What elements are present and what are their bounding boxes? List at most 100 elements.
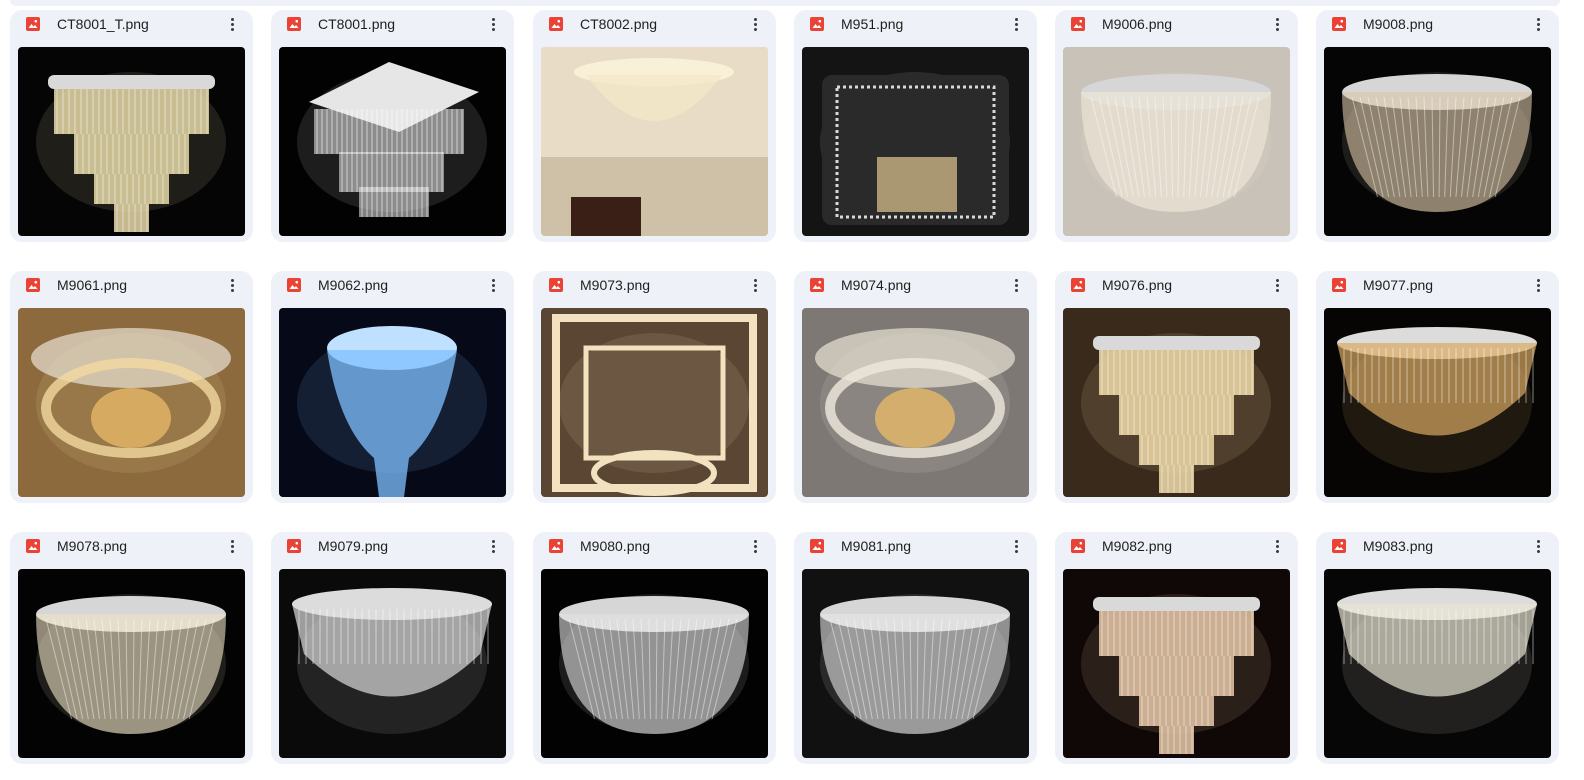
file-name: M9081.png: [841, 538, 912, 554]
more-actions-icon[interactable]: [219, 272, 245, 298]
file-thumbnail[interactable]: [1063, 308, 1290, 497]
file-card[interactable]: M9074.png: [794, 271, 1037, 503]
more-actions-icon[interactable]: [480, 272, 506, 298]
file-thumbnail[interactable]: [18, 569, 245, 758]
file-thumbnail[interactable]: [279, 47, 506, 236]
more-actions-icon[interactable]: [219, 533, 245, 559]
image-file-icon: [1332, 539, 1346, 553]
chandelier-image: [1342, 72, 1532, 212]
file-thumbnail[interactable]: [541, 47, 768, 236]
file-card[interactable]: CT8001.png: [271, 10, 514, 242]
top-scroll-edge: [10, 0, 1560, 6]
file-card[interactable]: M9083.png: [1316, 532, 1559, 764]
more-actions-icon[interactable]: [1525, 11, 1551, 37]
image-file-icon: [287, 539, 301, 553]
file-thumbnail[interactable]: [541, 308, 768, 497]
chandelier-image: [1337, 327, 1537, 473]
chandelier-image: [559, 594, 749, 734]
file-name: M9061.png: [57, 277, 128, 293]
more-actions-icon[interactable]: [742, 533, 768, 559]
file-card[interactable]: M9082.png: [1055, 532, 1298, 764]
file-thumbnail[interactable]: [541, 569, 768, 758]
more-actions-icon[interactable]: [1525, 533, 1551, 559]
file-thumbnail[interactable]: [1063, 569, 1290, 758]
file-card[interactable]: M9076.png: [1055, 271, 1298, 503]
file-thumbnail[interactable]: [18, 308, 245, 497]
more-actions-icon[interactable]: [1264, 11, 1290, 37]
file-thumbnail[interactable]: [802, 569, 1029, 758]
more-actions-icon[interactable]: [1003, 272, 1029, 298]
file-name: M9073.png: [580, 277, 651, 293]
file-thumbnail[interactable]: [279, 308, 506, 497]
file-card-header: M9079.png: [271, 532, 514, 560]
file-card-header: M9080.png: [533, 532, 776, 560]
file-card[interactable]: M9061.png: [10, 271, 253, 503]
file-thumbnail[interactable]: [1324, 47, 1551, 236]
file-card[interactable]: M9081.png: [794, 532, 1037, 764]
file-thumbnail[interactable]: [279, 569, 506, 758]
image-file-icon: [1071, 278, 1085, 292]
file-name: CT8002.png: [580, 16, 658, 32]
more-actions-icon[interactable]: [1003, 11, 1029, 37]
file-card-header: M9083.png: [1316, 532, 1559, 560]
file-card[interactable]: M9073.png: [533, 271, 776, 503]
file-name: M9062.png: [318, 277, 389, 293]
more-actions-icon[interactable]: [1264, 272, 1290, 298]
file-name: M9078.png: [57, 538, 128, 554]
file-card-header: M9082.png: [1055, 532, 1298, 560]
more-actions-icon[interactable]: [1264, 533, 1290, 559]
more-actions-icon[interactable]: [742, 272, 768, 298]
file-thumbnail[interactable]: [1063, 47, 1290, 236]
file-thumbnail[interactable]: [18, 47, 245, 236]
file-name: M951.png: [841, 16, 904, 32]
chandelier-image: [31, 328, 231, 473]
file-card[interactable]: CT8001_T.png: [10, 10, 253, 242]
chandelier-image: [815, 328, 1015, 473]
file-name: M9082.png: [1102, 538, 1173, 554]
more-actions-icon[interactable]: [480, 11, 506, 37]
file-thumbnail[interactable]: [1324, 308, 1551, 497]
more-actions-icon[interactable]: [1525, 272, 1551, 298]
chandelier-image: [36, 594, 226, 734]
file-card[interactable]: M9079.png: [271, 532, 514, 764]
file-card-header: M9061.png: [10, 271, 253, 299]
file-name: M9080.png: [580, 538, 651, 554]
file-card[interactable]: M9077.png: [1316, 271, 1559, 503]
image-file-icon: [1071, 539, 1085, 553]
file-card-header: M9076.png: [1055, 271, 1298, 299]
more-actions-icon[interactable]: [1003, 533, 1029, 559]
image-file-icon: [810, 17, 824, 31]
file-name: M9076.png: [1102, 277, 1173, 293]
file-card[interactable]: M9078.png: [10, 532, 253, 764]
image-file-icon: [1332, 17, 1346, 31]
image-file-icon: [549, 17, 563, 31]
file-name: M9006.png: [1102, 16, 1173, 32]
chandelier-image: [297, 326, 487, 497]
file-card[interactable]: M951.png: [794, 10, 1037, 242]
file-name: M9008.png: [1363, 16, 1434, 32]
file-card-header: M9081.png: [794, 532, 1037, 560]
file-name: M9077.png: [1363, 277, 1434, 293]
file-card[interactable]: M9008.png: [1316, 10, 1559, 242]
file-thumbnail[interactable]: [802, 308, 1029, 497]
chandelier-image: [1081, 333, 1271, 493]
file-thumbnail[interactable]: [1324, 569, 1551, 758]
file-card-header: M9077.png: [1316, 271, 1559, 299]
file-card-header: M9074.png: [794, 271, 1037, 299]
chandelier-image: [297, 62, 487, 217]
more-actions-icon[interactable]: [219, 11, 245, 37]
chandelier-image: [1337, 588, 1537, 734]
file-card[interactable]: M9062.png: [271, 271, 514, 503]
file-card-header: CT8001.png: [271, 10, 514, 38]
file-thumbnail[interactable]: [802, 47, 1029, 236]
file-card-header: M9078.png: [10, 532, 253, 560]
image-file-icon: [810, 539, 824, 553]
chandelier-image: [552, 314, 757, 496]
more-actions-icon[interactable]: [480, 533, 506, 559]
file-card[interactable]: CT8002.png: [533, 10, 776, 242]
file-card[interactable]: M9006.png: [1055, 10, 1298, 242]
image-file-icon: [1071, 17, 1085, 31]
more-actions-icon[interactable]: [742, 11, 768, 37]
file-card[interactable]: M9080.png: [533, 532, 776, 764]
file-name: M9083.png: [1363, 538, 1434, 554]
